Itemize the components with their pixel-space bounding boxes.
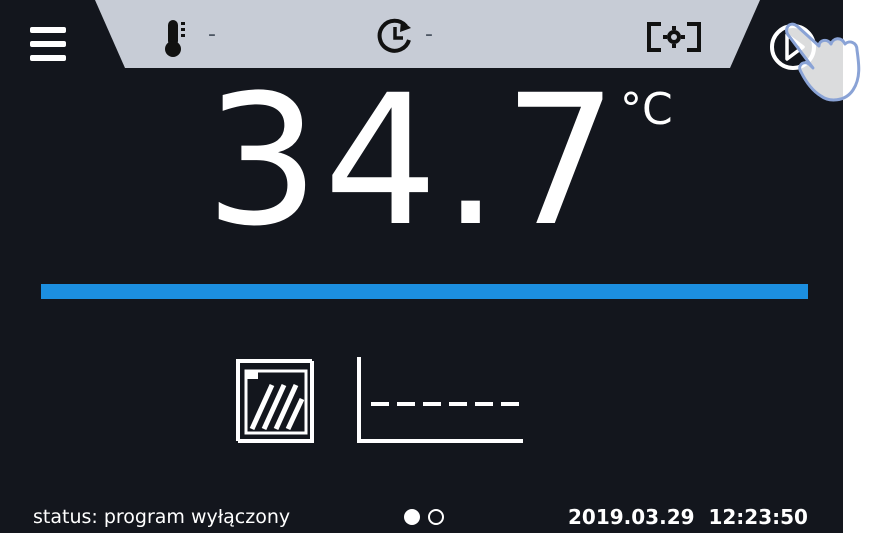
- status-text: status: program wyłączony: [33, 506, 291, 528]
- camera-icon[interactable]: [647, 22, 701, 52]
- timer-icon[interactable]: [376, 18, 414, 56]
- page-indicator: [404, 509, 450, 527]
- thermometer-icon[interactable]: [164, 18, 194, 58]
- temperature-bar: [41, 284, 808, 299]
- temperature-unit: °C: [620, 84, 673, 135]
- menu-button[interactable]: [30, 25, 66, 63]
- timer-value: -: [425, 22, 433, 47]
- page-dot-active[interactable]: [404, 509, 420, 525]
- current-temperature: 34.7: [205, 57, 622, 266]
- date-time: 2019.03.29 12:23:50: [568, 505, 808, 529]
- graph-icon[interactable]: [355, 355, 525, 445]
- door-icon[interactable]: [232, 355, 316, 445]
- temperature-setpoint-value: -: [208, 22, 216, 47]
- device-screen: - - 34.7 °C status: program wyłączony 20…: [0, 0, 843, 533]
- power-button[interactable]: [768, 22, 818, 72]
- page-dot[interactable]: [428, 509, 444, 525]
